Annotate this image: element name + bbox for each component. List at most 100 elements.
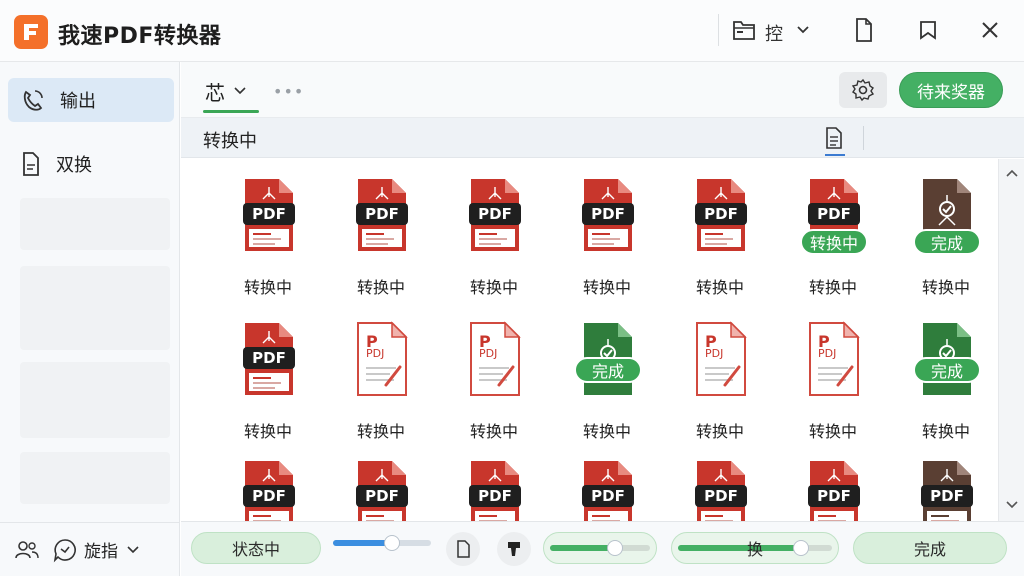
close-icon[interactable] (977, 17, 1003, 43)
sort-dropdown[interactable]: 芯 (205, 76, 247, 106)
file-tile[interactable]: 完成 转换中 (552, 303, 662, 441)
file-name: 转换中 (695, 422, 744, 441)
placeholder-block (20, 266, 170, 350)
pdf-label: PDF (243, 485, 295, 507)
brush-button[interactable] (497, 532, 531, 566)
file-name: 转换中 (695, 278, 744, 297)
file-tile[interactable]: 完成 转换中 (891, 159, 998, 297)
logo-icon (24, 24, 38, 40)
pdf-label: PDF (356, 203, 408, 225)
app-logo (14, 15, 48, 49)
file-type-label: PDJ (818, 347, 837, 360)
slider-knob[interactable] (793, 540, 810, 556)
file-name: 转换中 (356, 422, 405, 441)
file-name: 转换中 (469, 422, 518, 441)
file-name: 转换中 (243, 278, 292, 297)
footer-label[interactable]: 旋指 (84, 537, 118, 562)
file-tile[interactable]: PDF 转换中 (213, 303, 323, 441)
active-tab-indicator (203, 110, 259, 113)
done-button[interactable]: 完成 (853, 532, 1007, 564)
file-tile[interactable]: PDF (778, 441, 888, 521)
file-tile[interactable]: P PDJ 转换中 (439, 303, 549, 441)
file-name: 转换中 (356, 278, 405, 297)
settings-button[interactable] (839, 72, 887, 108)
gear-icon (851, 78, 875, 102)
chevron-down-icon[interactable] (126, 543, 140, 557)
list-view-icon[interactable] (821, 124, 847, 152)
file-tile[interactable]: PDF (891, 441, 998, 521)
brush-icon (508, 542, 520, 556)
view-indicator (825, 154, 845, 156)
file-tile[interactable]: PDF 转换中 转换中 (778, 159, 888, 297)
pdf-label: PDF (243, 347, 295, 369)
file-tile[interactable]: PDF (665, 441, 775, 521)
phone-rotate-icon (23, 90, 43, 111)
minimize-icon[interactable] (915, 17, 941, 43)
placeholder-block (20, 198, 170, 250)
pdf-label: PDF (695, 485, 747, 507)
main-toolbar: 芯 ••• 待来奖器 (181, 62, 1024, 118)
file-name: 转换中 (808, 422, 857, 441)
file-name: 转换中 (582, 422, 631, 441)
sidebar-item-output[interactable]: 输出 (8, 78, 174, 122)
section-header: 转换中 (181, 118, 1024, 158)
file-tile[interactable]: PDF 转换中 (552, 159, 662, 297)
bottom-bar: 状态中 换 完成 (181, 521, 1024, 576)
file-tile[interactable]: PDF 转换中 (213, 159, 323, 297)
file-name: 转换中 (243, 422, 292, 441)
file-tile[interactable]: PDF (326, 441, 436, 521)
title-separator (718, 14, 719, 46)
file-name: 转换中 (921, 278, 970, 297)
scroll-up-icon[interactable] (1004, 165, 1020, 181)
start-convert-button[interactable]: 待来奖器 (899, 72, 1003, 108)
scroll-down-icon[interactable] (1004, 497, 1020, 513)
sidebar-item-convert[interactable]: 双换 (8, 142, 174, 186)
file-tile[interactable]: P PDJ 转换中 (778, 303, 888, 441)
file-tile[interactable]: P PDJ 转换中 (326, 303, 436, 441)
conversion-slider[interactable] (550, 540, 650, 556)
sidebar: 输出 双换 旋指 (0, 62, 180, 576)
status-pill[interactable]: 状态中 (191, 532, 321, 564)
placeholder-block (20, 452, 170, 504)
chevron-down-icon[interactable] (795, 22, 811, 38)
progress-pill (543, 532, 657, 564)
progress-slider[interactable] (333, 535, 431, 551)
convert-pill[interactable]: 换 (671, 532, 839, 564)
file-icon (457, 540, 470, 558)
sidebar-item-label: 输出 (60, 91, 96, 112)
folder-label[interactable]: 控 (765, 20, 783, 46)
status-badge: 完成 (913, 357, 981, 383)
chat-icon[interactable] (52, 537, 78, 563)
file-button[interactable] (446, 532, 480, 566)
title-bar: 我速PDF转换器 控 (0, 0, 1024, 62)
sort-label: 芯 (205, 80, 225, 105)
status-badge: 完成 (913, 229, 981, 255)
more-icon[interactable]: ••• (273, 82, 304, 101)
pdf-label: PDF (695, 203, 747, 225)
scrollbar[interactable] (998, 159, 1024, 521)
pdf-label: PDF (808, 485, 860, 507)
pdf-label: PDF (808, 203, 860, 225)
file-tile[interactable]: 完成 转换中 (891, 303, 998, 441)
slider-knob[interactable] (383, 535, 400, 551)
file-name: 转换中 (582, 278, 631, 297)
slider-knob[interactable] (607, 540, 623, 556)
file-tile[interactable]: PDF (213, 441, 323, 521)
file-tile[interactable]: PDF 转换中 (326, 159, 436, 297)
users-icon[interactable] (14, 538, 40, 562)
new-file-icon[interactable] (851, 17, 877, 43)
pdf-label: PDF (356, 485, 408, 507)
file-tile[interactable]: PDF 转换中 (439, 159, 549, 297)
folder-icon[interactable] (731, 16, 757, 44)
chevron-down-icon (234, 87, 246, 95)
file-tile[interactable]: PDF (439, 441, 549, 521)
file-tile[interactable]: PDF (552, 441, 662, 521)
file-tile[interactable]: PDF 转换中 (665, 159, 775, 297)
file-type-label: PDJ (366, 347, 385, 360)
file-name: 转换中 (921, 422, 970, 441)
file-tile[interactable]: P PDJ 转换中 (665, 303, 775, 441)
convert-label: 换 (746, 540, 763, 559)
pdf-label: PDF (582, 203, 634, 225)
sidebar-footer: 旋指 (0, 522, 180, 576)
file-type-label: PDJ (705, 347, 724, 360)
